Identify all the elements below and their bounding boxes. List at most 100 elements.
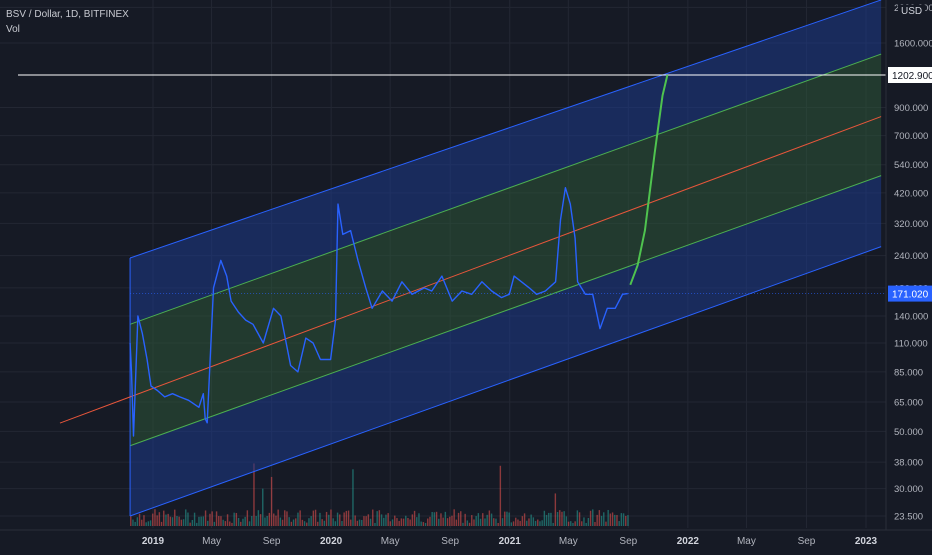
volume-bar: [242, 518, 244, 526]
volume-bar: [185, 509, 187, 526]
volume-bar: [585, 522, 587, 526]
volume-bar: [222, 519, 224, 526]
volume-bar: [427, 518, 429, 526]
volume-bar: [154, 509, 156, 526]
volume-bar: [284, 510, 286, 526]
volume-bar: [339, 514, 341, 526]
volume-bar: [438, 518, 440, 526]
y-tick-label: 110.000: [894, 339, 928, 350]
volume-bar: [202, 516, 205, 526]
y-tick-label: 320.000: [894, 219, 928, 230]
volume-bar: [488, 510, 491, 526]
regression-channel: [129, 0, 882, 517]
volume-bar: [330, 509, 332, 526]
volume-bar: [418, 513, 420, 526]
volume-bar: [354, 515, 356, 526]
volume-bar: [625, 515, 627, 526]
x-tick-label: 2023: [855, 536, 878, 547]
volume-bar: [149, 520, 152, 526]
volume-bar: [266, 515, 268, 526]
volume-bar: [251, 516, 253, 526]
volume-bar: [198, 516, 200, 526]
volume-bar: [264, 517, 266, 526]
currency-label[interactable]: USD: [898, 5, 926, 18]
volume-bar: [526, 520, 528, 526]
volume-bar: [422, 522, 425, 526]
volume-bar: [211, 511, 213, 526]
x-tick-label: May: [737, 536, 756, 547]
volume-bar: [147, 521, 150, 526]
volume-bar: [512, 521, 515, 526]
volume-bar: [429, 516, 431, 526]
volume-bar: [471, 515, 473, 526]
volume-bar: [499, 465, 502, 526]
volume-bar: [519, 520, 521, 526]
volume-bar: [416, 517, 418, 526]
volume-bar: [356, 520, 359, 526]
volume-bar: [319, 512, 321, 526]
symbol-title[interactable]: BSV / Dollar, 1D, BITFINEX: [6, 7, 129, 22]
volume-bar: [299, 510, 301, 526]
volume-bar: [226, 514, 229, 526]
volume-bar: [572, 522, 574, 526]
volume-bar: [268, 512, 271, 526]
y-tick-label: 420.000: [894, 188, 928, 199]
volume-bar: [235, 512, 238, 526]
volume-bar: [532, 517, 535, 526]
chart-area[interactable]: 2200.0001600.000900.000700.000540.000420…: [0, 0, 932, 550]
volume-bar: [229, 521, 231, 526]
volume-bar: [543, 510, 546, 526]
volume-bar: [400, 518, 403, 526]
volume-bar: [244, 516, 246, 526]
volume-bar: [411, 514, 414, 526]
volume-bar: [295, 518, 297, 526]
volume-bar: [367, 514, 370, 526]
volume-bar: [510, 522, 513, 526]
volume-bar: [156, 515, 158, 526]
volume-bar: [277, 509, 279, 526]
volume-bar: [345, 510, 348, 526]
volume-bar: [446, 518, 449, 526]
volume-bar: [600, 515, 603, 526]
volume-bar: [167, 513, 169, 526]
volume-bar: [262, 488, 264, 526]
volume-bar: [303, 521, 306, 526]
volume-bar: [475, 516, 477, 526]
volume-bar: [207, 520, 209, 526]
volume-bar: [592, 509, 594, 526]
volume-bar: [444, 511, 447, 526]
volume-bar: [627, 515, 629, 526]
volume-bar: [479, 518, 482, 526]
y-tick-label: 140.000: [894, 312, 928, 323]
volume-bar: [435, 511, 438, 526]
volume-bar: [160, 521, 163, 526]
volume-bar: [165, 514, 167, 526]
volume-bar: [372, 509, 374, 526]
volume-bar: [191, 519, 194, 526]
volume-indicator-label[interactable]: Vol: [6, 22, 129, 37]
volume-bar: [413, 510, 416, 526]
volume-bar: [618, 521, 620, 526]
x-tick-label: 2021: [499, 536, 522, 547]
volume-bar: [248, 521, 251, 526]
volume-bar: [193, 512, 196, 526]
volume-bar: [374, 522, 376, 526]
volume-bar: [424, 522, 427, 526]
volume-bar: [281, 519, 284, 526]
volume-bar: [528, 518, 530, 526]
volume-bar: [420, 521, 422, 526]
volume-bar: [343, 512, 345, 526]
price-chart[interactable]: 2200.0001600.000900.000700.000540.000420…: [0, 0, 932, 550]
y-tick-label: 65.000: [894, 397, 923, 408]
volume-bar: [486, 514, 488, 526]
volume-bar: [464, 513, 466, 526]
volume-bar: [130, 516, 132, 526]
volume-bar: [332, 518, 334, 526]
x-tick-label: Sep: [798, 536, 816, 547]
volume-bar: [552, 522, 554, 526]
volume-bar: [253, 463, 255, 526]
volume-bar: [358, 519, 361, 526]
volume-bar: [279, 517, 282, 526]
y-tick-label: 540.000: [894, 160, 928, 171]
volume-bar: [321, 519, 323, 526]
